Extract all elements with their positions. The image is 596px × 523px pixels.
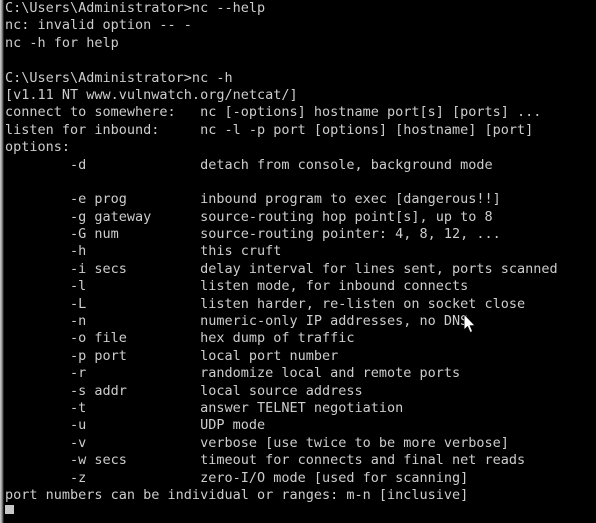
console-line: -r randomize local and remote ports [5,365,461,382]
console-line: -p port local port number [5,347,339,364]
console-line: -o file hex dump of traffic [5,330,355,347]
console-line: -w secs timeout for connects and final n… [5,452,526,469]
console-line: -z zero-I/O mode [used for scanning] [5,469,469,486]
console-line: nc: invalid option -- - [5,17,192,34]
console-line: -l listen mode, for inbound connects [5,278,469,295]
console-line: -v verbose [use twice to be more verbose… [5,434,509,451]
console-line: options: [5,139,71,156]
console-line: -t answer TELNET negotiation [5,399,404,416]
console-line: -g gateway source-routing hop point[s], … [5,208,493,225]
console-line: -L listen harder, re-listen on socket cl… [5,295,526,312]
console-line: -s addr local source address [5,382,363,399]
console-line: C:\Users\Administrator>nc -h [5,69,233,86]
command-prompt-window[interactable]: C:\Users\Administrator>nc --help nc: inva… [0,0,596,523]
console-line: C:\Users\Administrator>nc --help [5,0,266,16]
console-line: listen for inbound: nc -l -p port [optio… [5,121,534,138]
text-caret [5,505,14,514]
console-line: -i secs delay interval for lines sent, p… [5,260,558,277]
console-line: connect to somewhere: nc [-options] host… [5,104,542,121]
console-line: -e prog inbound program to exec [dangero… [5,191,501,208]
console-output-area[interactable]: C:\Users\Administrator>nc --help nc: inva… [5,0,596,523]
console-line: -d detach from console, background mode [5,156,493,173]
console-line: [v1.11 NT www.vulnwatch.org/netcat/] [5,86,298,103]
console-line: -G num source-routing pointer: 4, 8, 12,… [5,226,501,243]
console-line: -n numeric-only IP addresses, no DNS [5,313,469,330]
console-line: nc -h for help [5,34,119,51]
console-line: port numbers can be individual or ranges… [5,486,469,503]
console-line: -u UDP mode [5,417,266,434]
window-left-border [0,0,4,523]
console-line: -h this cruft [5,243,282,260]
